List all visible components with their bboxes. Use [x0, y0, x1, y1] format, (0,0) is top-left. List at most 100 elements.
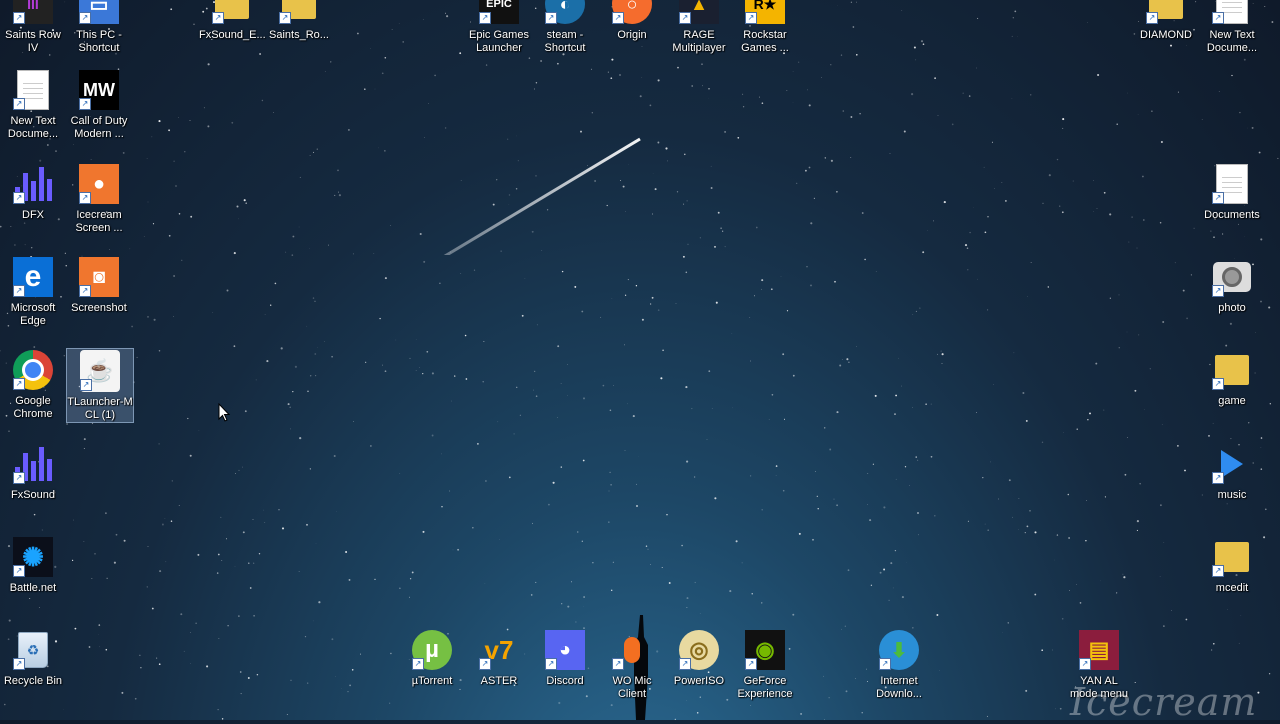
shortcut-arrow-icon: ↗	[545, 658, 557, 670]
desktop-icon-label: Call of Duty Modern ...	[66, 115, 132, 141]
desktop-icon[interactable]: ◎↗ PowerISO	[666, 628, 732, 688]
desktop-icon[interactable]: ✺↗Battle.net	[0, 535, 66, 595]
shortcut-arrow-icon: ↗	[79, 285, 91, 297]
desktop-icon[interactable]: ↗Saints_Ro...	[266, 0, 332, 42]
desktop-icon-label: Internet Downlo...	[866, 675, 932, 701]
shortcut-arrow-icon: ↗	[879, 658, 891, 670]
desktop-icon[interactable]: ↗ mcedit	[1199, 535, 1265, 595]
shortcut-arrow-icon: ↗	[479, 658, 491, 670]
desktop-icon-label: Recycle Bin	[0, 675, 66, 688]
poweriso-icon: ◎↗	[677, 628, 721, 672]
shortcut-arrow-icon: ↗	[1212, 378, 1224, 390]
desktop-icon-label: This PC - Shortcut	[66, 29, 132, 55]
desktop-icon-label: Epic Games Launcher	[466, 29, 532, 55]
shortcut-arrow-icon: ↗	[1146, 12, 1158, 24]
desktop-icon[interactable]: ◙↗Screenshot	[66, 255, 132, 315]
nvidia-icon: ◉↗	[743, 628, 787, 672]
desktop-icon-label: Saints_Ro...	[266, 29, 332, 42]
mouse-cursor-icon	[218, 403, 232, 423]
desktop-icon[interactable]: v7↗ ASTER	[466, 628, 532, 688]
shortcut-arrow-icon: ↗	[1212, 565, 1224, 577]
desktop-icon[interactable]: ↗FxSound_E...	[199, 0, 265, 42]
desktop-icon-label: Google Chrome	[0, 395, 66, 421]
desktop-icon[interactable]: ↗game	[1199, 348, 1265, 408]
desktop-icon-label: music	[1199, 489, 1265, 502]
utorrent-icon: µ↗	[410, 628, 454, 672]
aster-icon: v7↗	[477, 628, 521, 672]
desktop-icon[interactable]: ○↗ Origin	[599, 0, 665, 42]
shortcut-arrow-icon: ↗	[79, 98, 91, 110]
desktop-icon[interactable]: EPIC↗ Epic Games Launcher	[466, 0, 532, 55]
text-document-icon: ↗	[11, 68, 55, 112]
desktop-icon[interactable]: ▭↗ This PC - Shortcut	[66, 0, 132, 55]
desktop-icon-label: WO Mic Client	[599, 675, 665, 701]
shortcut-arrow-icon: ↗	[13, 378, 25, 390]
desktop-icon-label: Origin	[599, 29, 665, 42]
shooting-star	[330, 135, 650, 255]
shortcut-arrow-icon: ↗	[679, 12, 691, 24]
battlenet-icon: ✺↗	[11, 535, 55, 579]
shortcut-arrow-icon: ↗	[13, 285, 25, 297]
desktop-icon-label: ASTER	[466, 675, 532, 688]
shortcut-arrow-icon: ↗	[13, 12, 25, 24]
shortcut-arrow-icon: ↗	[13, 472, 25, 484]
shortcut-arrow-icon: ↗	[479, 12, 491, 24]
desktop-icon-label: PowerISO	[666, 675, 732, 688]
desktop-icon-label: Documents	[1199, 209, 1265, 222]
desktop-icon[interactable]: ●↗Icecream Screen ...	[66, 162, 132, 235]
this-pc-icon: ▭↗	[77, 0, 121, 26]
desktop-icon-label: mcedit	[1199, 582, 1265, 595]
desktop-icon[interactable]: ⬇↗Internet Downlo...	[866, 628, 932, 701]
camera-icon: ↗	[1210, 255, 1254, 299]
desktop-icon-selected[interactable]: ☕↗ TLauncher-M CL (1)	[66, 348, 134, 423]
desktop-icon-label: TLauncher-M CL (1)	[67, 396, 133, 422]
desktop-icon[interactable]: ◐↗ steam - Shortcut	[532, 0, 598, 55]
shortcut-arrow-icon: ↗	[679, 658, 691, 670]
desktop-icon[interactable]: ↗New Text Docume...	[1199, 0, 1265, 55]
saints-row-icon: III↗	[11, 0, 55, 26]
folder-icon: ↗	[1210, 348, 1254, 392]
desktop-icon[interactable]: ↗ DFX	[0, 162, 66, 222]
edge-icon: e↗	[11, 255, 55, 299]
desktop-icon[interactable]: µ↗µTorrent	[399, 628, 465, 688]
desktop-icon[interactable]: ↗ Documents	[1199, 162, 1265, 222]
call-of-duty-icon: MW↗	[77, 68, 121, 112]
desktop-icon[interactable]: ↗ FxSound	[0, 442, 66, 502]
winrar-icon: ▤↗	[1077, 628, 1121, 672]
desktop-icon[interactable]: ↗music	[1199, 442, 1265, 502]
steam-icon: ◐↗	[543, 0, 587, 26]
desktop-icon[interactable]: e↗Microsoft Edge	[0, 255, 66, 328]
desktop-icon[interactable]: MW↗ Call of Duty Modern ...	[66, 68, 132, 141]
desktop-icon-label: steam - Shortcut	[532, 29, 598, 55]
epic-games-icon: EPIC↗	[477, 0, 521, 26]
desktop-icon[interactable]: ◉↗ GeForce Experience	[732, 628, 798, 701]
desktop-icon[interactable]: ↗photo	[1199, 255, 1265, 315]
desktop-icon[interactable]: ♻↗Recycle Bin	[0, 628, 66, 688]
text-document-icon: ↗	[1210, 162, 1254, 206]
screenshot-icon: ◙↗	[77, 255, 121, 299]
shortcut-arrow-icon: ↗	[13, 192, 25, 204]
desktop-icon-label: GeForce Experience	[732, 675, 798, 701]
shortcut-arrow-icon: ↗	[1212, 12, 1224, 24]
desktop-icon[interactable]: ↗New Text Docume...	[0, 68, 66, 141]
desktop-icon[interactable]: R★↗Rockstar Games ...	[732, 0, 798, 55]
desktop-icon[interactable]: ↗ DIAMOND	[1133, 0, 1199, 42]
shortcut-arrow-icon: ↗	[1212, 285, 1224, 297]
desktop-icon-label: DIAMOND	[1133, 29, 1199, 42]
shortcut-arrow-icon: ↗	[13, 98, 25, 110]
shortcut-arrow-icon: ↗	[212, 12, 224, 24]
desktop-icon[interactable]: III↗Saints Row IV	[0, 0, 66, 55]
shortcut-arrow-icon: ↗	[745, 12, 757, 24]
java-icon: ☕↗	[78, 349, 122, 393]
shortcut-arrow-icon: ↗	[545, 12, 557, 24]
desktop-icon-label: DFX	[0, 209, 66, 222]
desktop-icon[interactable]: ↗WO Mic Client	[599, 628, 665, 701]
shortcut-arrow-icon: ↗	[1079, 658, 1091, 670]
shortcut-arrow-icon: ↗	[79, 12, 91, 24]
desktop-icon[interactable]: ↗ Google Chrome	[0, 348, 66, 421]
desktop-icon[interactable]: ▲↗RAGE Multiplayer	[666, 0, 732, 55]
origin-icon: ○↗	[610, 0, 654, 26]
desktop-icon-label: FxSound	[0, 489, 66, 502]
desktop-icon[interactable]: ◕↗Discord	[532, 628, 598, 688]
desktop-icon-label: Rockstar Games ...	[732, 29, 798, 55]
